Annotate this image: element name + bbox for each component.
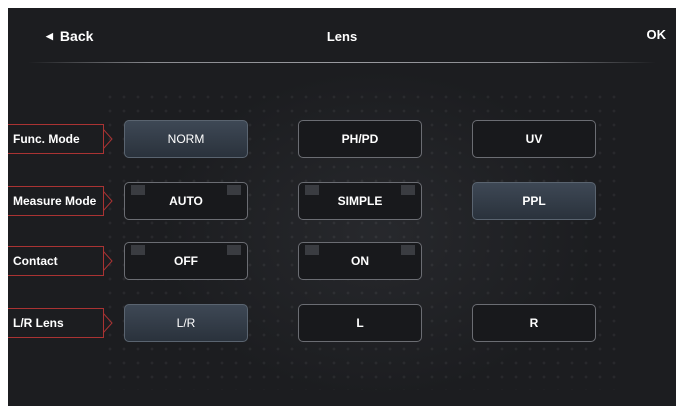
label-arrow-icon — [103, 313, 113, 333]
row-label-contact: Contact — [8, 246, 104, 276]
option-auto-label: AUTO — [169, 194, 203, 208]
option-on-button[interactable]: ON — [298, 242, 422, 280]
button-corner — [305, 245, 319, 255]
option-off-button[interactable]: OFF — [124, 242, 248, 280]
ok-button[interactable]: OK — [647, 27, 667, 42]
row-measure-mode: Measure Mode AUTO SIMPLE PPL — [8, 182, 676, 222]
button-corner — [131, 245, 145, 255]
page-title: Lens — [326, 29, 358, 44]
row-label-func-mode: Func. Mode — [8, 124, 104, 154]
option-auto-button[interactable]: AUTO — [124, 182, 248, 220]
label-arrow-icon — [103, 251, 113, 271]
row-contact: Contact OFF ON — [8, 242, 676, 282]
row-func-mode: Func. Mode NORM PH/PD UV — [8, 120, 676, 160]
button-corner — [227, 245, 241, 255]
option-r-button[interactable]: R — [472, 304, 596, 342]
option-l-button[interactable]: L — [298, 304, 422, 342]
lens-settings-screen: ◀ Back Lens OK Func. Mode NORM PH/PD UV … — [8, 8, 676, 406]
option-norm-button[interactable]: NORM — [124, 120, 248, 158]
header-divider — [28, 62, 656, 63]
button-corner — [131, 185, 145, 195]
row-label-measure-mode: Measure Mode — [8, 186, 104, 216]
button-corner — [401, 185, 415, 195]
label-arrow-icon — [103, 129, 113, 149]
option-simple-label: SIMPLE — [337, 194, 383, 208]
option-simple-button[interactable]: SIMPLE — [298, 182, 422, 220]
option-uv-button[interactable]: UV — [472, 120, 596, 158]
option-ph-pd-button[interactable]: PH/PD — [298, 120, 422, 158]
button-corner — [227, 185, 241, 195]
header-bar: ◀ Back Lens OK — [8, 8, 676, 64]
button-corner — [401, 245, 415, 255]
row-label-lr-lens: L/R Lens — [8, 308, 104, 338]
option-lr-button[interactable]: L/R — [124, 304, 248, 342]
option-off-label: OFF — [174, 254, 198, 268]
option-ppl-button[interactable]: PPL — [472, 182, 596, 220]
row-lr-lens: L/R Lens L/R L R — [8, 304, 676, 344]
button-corner — [305, 185, 319, 195]
option-on-label: ON — [351, 254, 369, 268]
label-arrow-icon — [103, 191, 113, 211]
